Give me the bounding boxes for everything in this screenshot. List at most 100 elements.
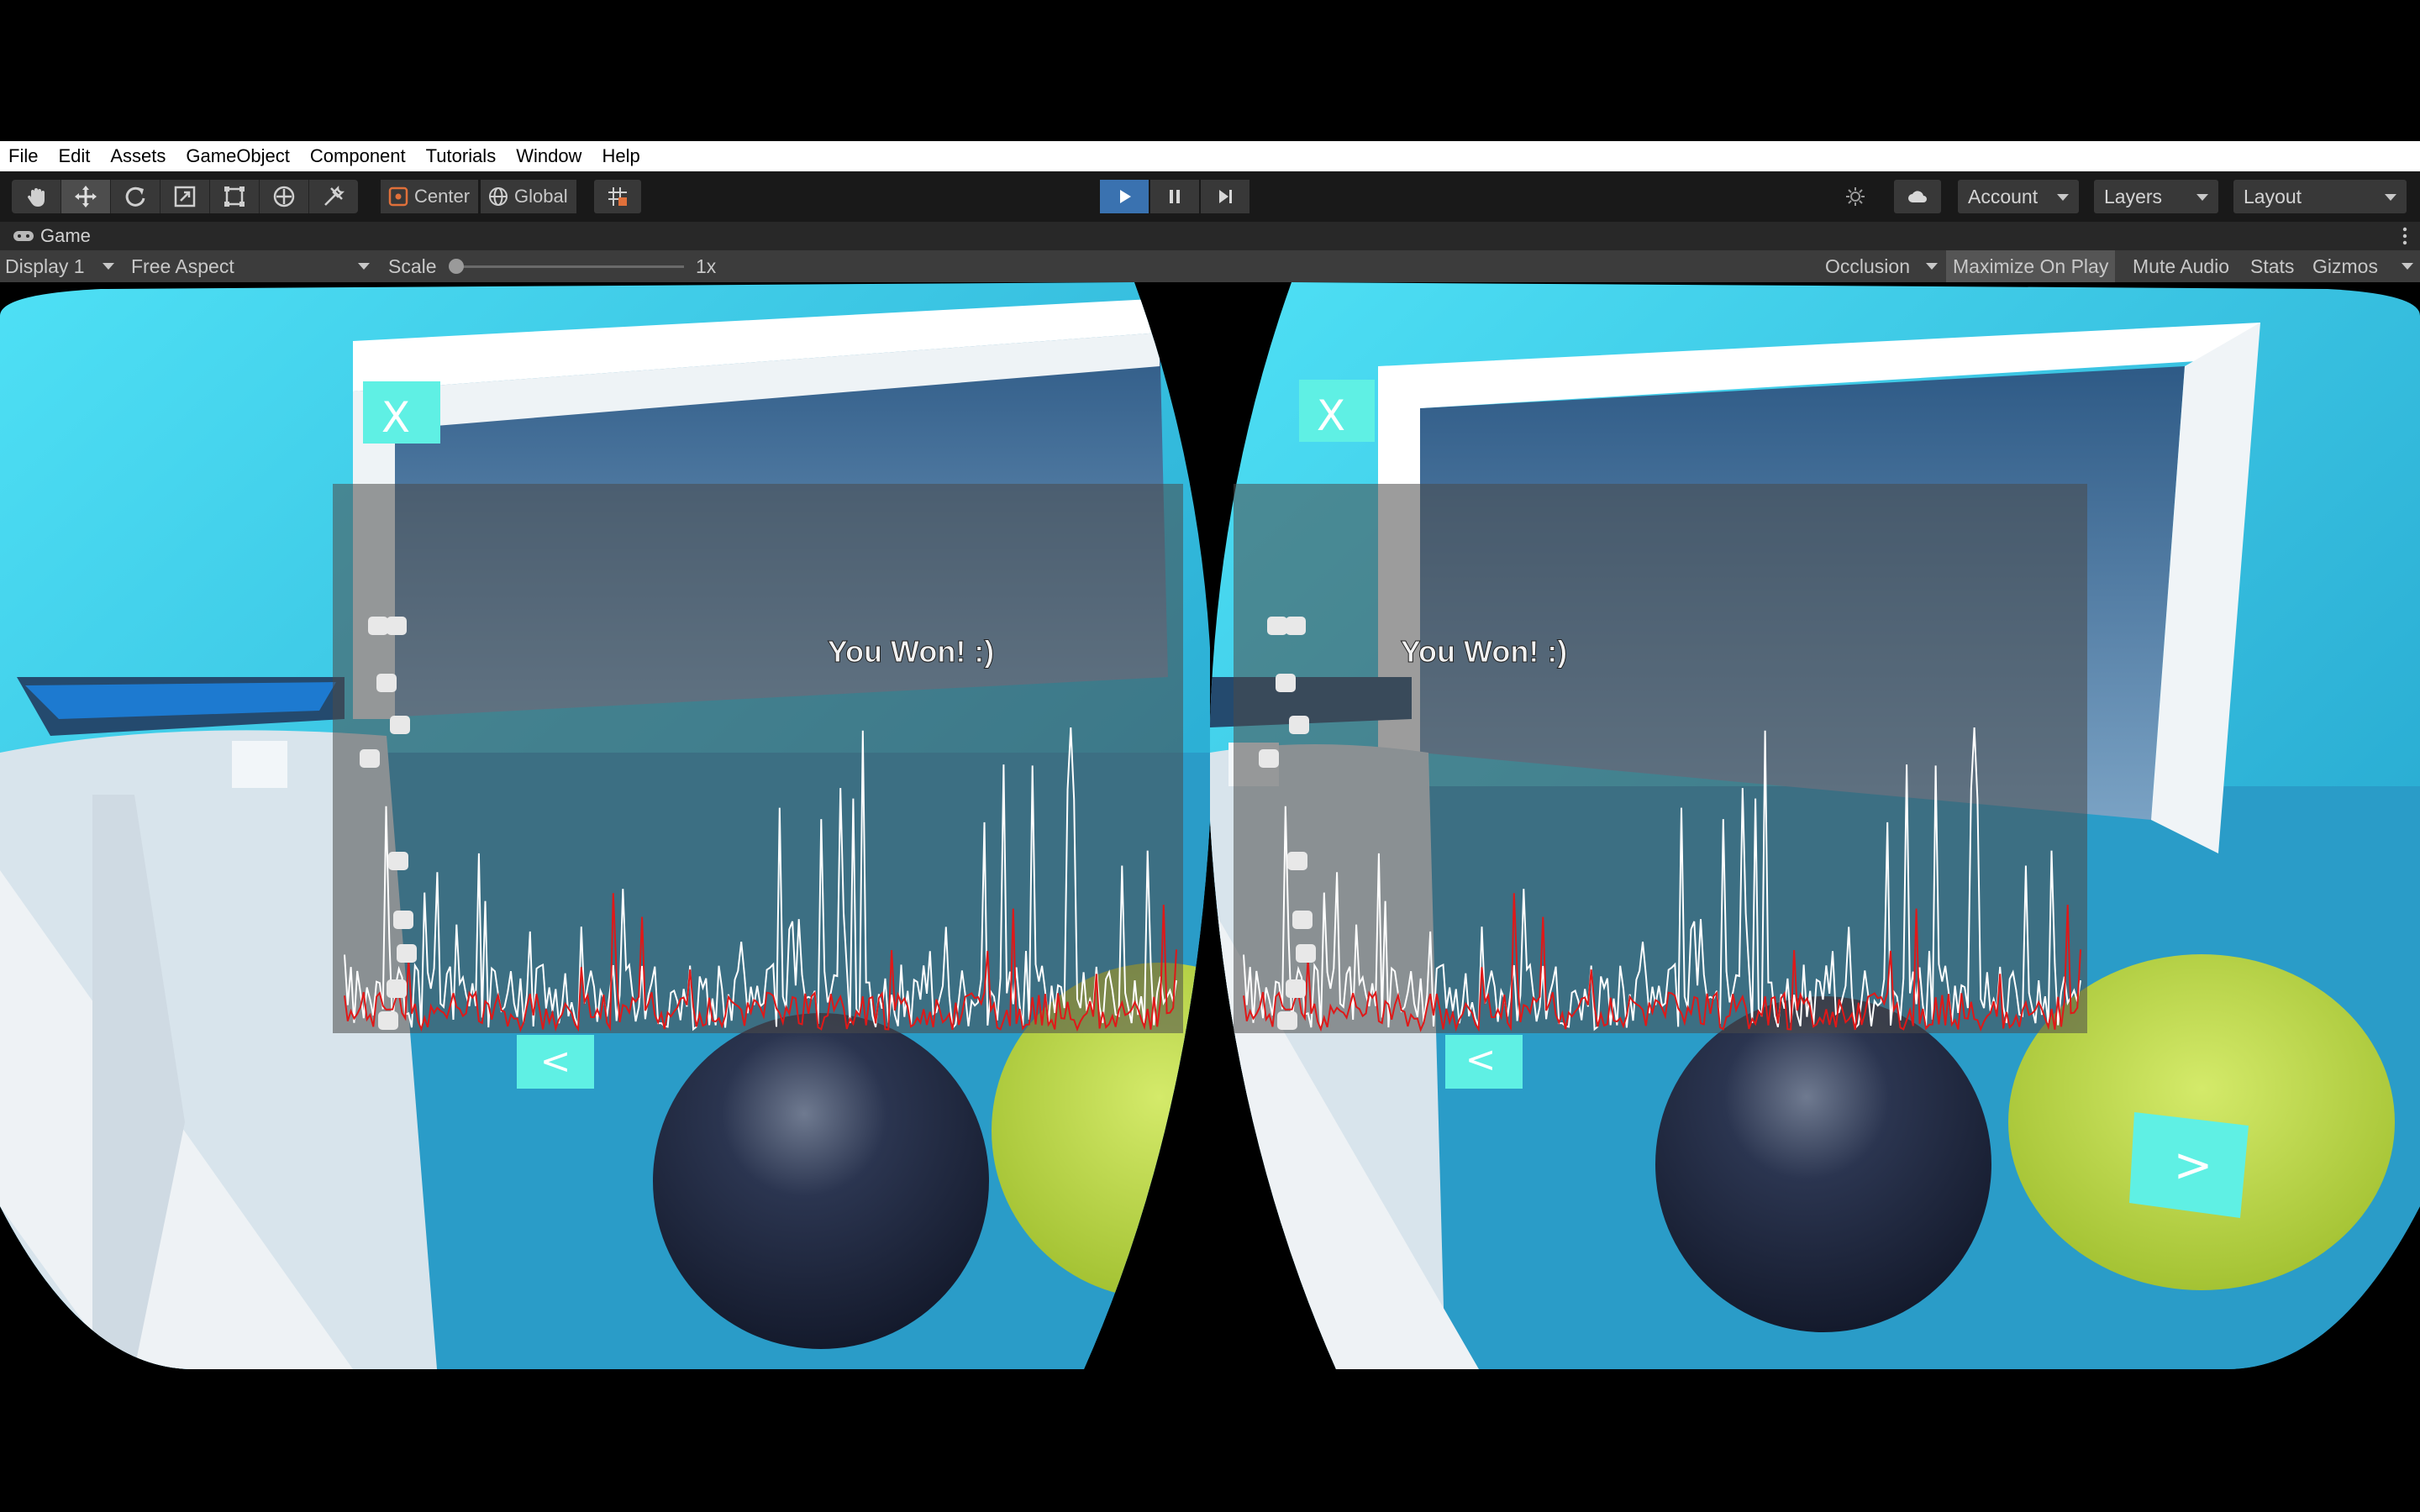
account-dropdown[interactable]: Account xyxy=(1958,180,2079,213)
scale-slider-handle[interactable] xyxy=(449,259,464,274)
transform-icon xyxy=(273,186,295,207)
aspect-label: Free Aspect xyxy=(131,255,234,277)
menu-component[interactable]: Component xyxy=(310,141,406,171)
tool-group xyxy=(12,180,358,213)
mute-audio-toggle[interactable]: Mute Audio xyxy=(2126,250,2236,282)
cloud-button[interactable] xyxy=(1894,180,1941,213)
menu-bar: File Edit Assets GameObject Component Tu… xyxy=(0,141,2420,171)
step-icon xyxy=(1219,190,1232,203)
pivot-mode-label: Center xyxy=(414,186,471,207)
waveform-handle[interactable] xyxy=(376,674,397,692)
waveform-handle[interactable] xyxy=(388,852,408,870)
pivot-space-button[interactable]: Global xyxy=(481,180,576,213)
hand-tool-button[interactable] xyxy=(12,180,61,213)
tab-game[interactable]: Game xyxy=(0,222,91,250)
playback-controls xyxy=(1100,180,1251,213)
aspect-dropdown[interactable]: Free Aspect xyxy=(131,250,375,282)
waveform-handle[interactable] xyxy=(360,749,380,768)
pivot-mode-button[interactable]: Center xyxy=(381,180,479,213)
waveform-handle[interactable] xyxy=(1296,944,1316,963)
rotate-tool-button[interactable] xyxy=(111,180,160,213)
waveform-handle[interactable] xyxy=(1259,749,1279,768)
menu-assets[interactable]: Assets xyxy=(110,141,166,171)
layout-dropdown[interactable]: Layout xyxy=(2233,180,2407,213)
waveform-handle[interactable] xyxy=(368,617,388,635)
chevron-down-icon xyxy=(2196,194,2208,201)
stats-toggle[interactable]: Stats xyxy=(2244,250,2301,282)
waveform-handle[interactable] xyxy=(1287,852,1307,870)
menu-window[interactable]: Window xyxy=(516,141,581,171)
waveform-handle[interactable] xyxy=(387,979,407,998)
rotate-icon xyxy=(125,186,145,207)
play-button[interactable] xyxy=(1100,180,1149,213)
tab-game-label: Game xyxy=(40,225,91,246)
gizmos-dropdown[interactable]: Gizmos xyxy=(2312,250,2418,282)
scale-label: Scale xyxy=(388,255,437,277)
scale-slider-track[interactable] xyxy=(454,265,684,268)
chevron-left-icon: < xyxy=(1465,1038,1497,1081)
layout-label: Layout xyxy=(2244,186,2302,207)
rect-icon xyxy=(224,186,245,207)
layers-label: Layers xyxy=(2104,186,2163,207)
waveform-handle[interactable] xyxy=(1277,1011,1297,1030)
waveform-handle[interactable] xyxy=(397,944,417,963)
pause-button[interactable] xyxy=(1150,180,1199,213)
game-view[interactable]: X < You Won! :) X < > You Won!:) xyxy=(0,282,2420,1369)
grid-snap-button[interactable] xyxy=(594,180,641,213)
waveform-handle[interactable] xyxy=(393,911,413,929)
transform-tool-button[interactable] xyxy=(260,180,309,213)
waveform-handle[interactable] xyxy=(378,1011,398,1030)
chevron-down-icon xyxy=(358,263,370,270)
waveform-handle[interactable] xyxy=(1289,716,1309,734)
display-dropdown[interactable]: Display 1 xyxy=(5,250,119,282)
step-button[interactable] xyxy=(1201,180,1249,213)
pivot-space-label: Global xyxy=(514,186,568,207)
game-view-bar: Display 1 Free Aspect Scale 1x Occlusion… xyxy=(0,250,2420,282)
globe-icon xyxy=(489,187,508,206)
occlusion-label: Occlusion xyxy=(1825,255,1910,277)
chevron-down-icon xyxy=(103,263,114,270)
menu-gameobject[interactable]: GameObject xyxy=(186,141,290,171)
scale-icon xyxy=(174,186,196,207)
waveform-handle[interactable] xyxy=(1292,911,1313,929)
custom-tool-button[interactable] xyxy=(309,180,358,213)
right-next-button[interactable]: > xyxy=(2129,1112,2249,1218)
scale-tool-button[interactable] xyxy=(160,180,210,213)
pivot-center-icon xyxy=(388,186,408,207)
more-options-icon[interactable] xyxy=(2402,225,2408,247)
services-button[interactable] xyxy=(1832,180,1879,213)
waveform-handle[interactable] xyxy=(1286,617,1306,635)
chevron-left-icon: < xyxy=(540,1040,571,1083)
sun-icon xyxy=(1846,187,1865,206)
chevron-down-icon xyxy=(1926,263,1938,270)
right-prev-button[interactable]: < xyxy=(1445,1035,1523,1089)
waveform-handle[interactable] xyxy=(1267,617,1287,635)
move-tool-button[interactable] xyxy=(61,180,111,213)
left-graph-panel xyxy=(333,484,1183,1033)
rect-tool-button[interactable] xyxy=(210,180,260,213)
waveform-handle[interactable] xyxy=(390,716,410,734)
menu-tutorials[interactable]: Tutorials xyxy=(426,141,497,171)
menu-help[interactable]: Help xyxy=(602,141,639,171)
game-tab-bar: Game xyxy=(0,222,2420,250)
waveform-handle[interactable] xyxy=(1286,979,1306,998)
vr-scene: X < You Won! :) X < > You Won!:) xyxy=(0,282,2420,1369)
layers-dropdown[interactable]: Layers xyxy=(2094,180,2218,213)
menu-edit[interactable]: Edit xyxy=(58,141,90,171)
main-toolbar: Center Global Account Layers Layout xyxy=(0,171,2420,222)
occlusion-dropdown[interactable]: Occlusion xyxy=(1825,250,1943,282)
chevron-right-icon: > xyxy=(2174,1138,2213,1193)
chevron-down-icon xyxy=(2402,263,2413,270)
maximize-on-play-toggle[interactable]: Maximize On Play xyxy=(1946,250,2116,282)
left-close-button[interactable]: X xyxy=(363,381,440,444)
left-prev-button[interactable]: < xyxy=(517,1035,594,1089)
win-message-right: You Won! :) xyxy=(1401,634,1568,669)
waveform-handle[interactable] xyxy=(1276,674,1296,692)
right-close-button[interactable]: X xyxy=(1299,380,1375,442)
right-graph-panel xyxy=(1234,484,2087,1033)
chevron-down-icon xyxy=(2057,194,2069,201)
gamepad-icon xyxy=(13,231,34,241)
custom-tool-icon xyxy=(324,185,345,206)
menu-file[interactable]: File xyxy=(8,141,38,171)
waveform-handle[interactable] xyxy=(387,617,407,635)
